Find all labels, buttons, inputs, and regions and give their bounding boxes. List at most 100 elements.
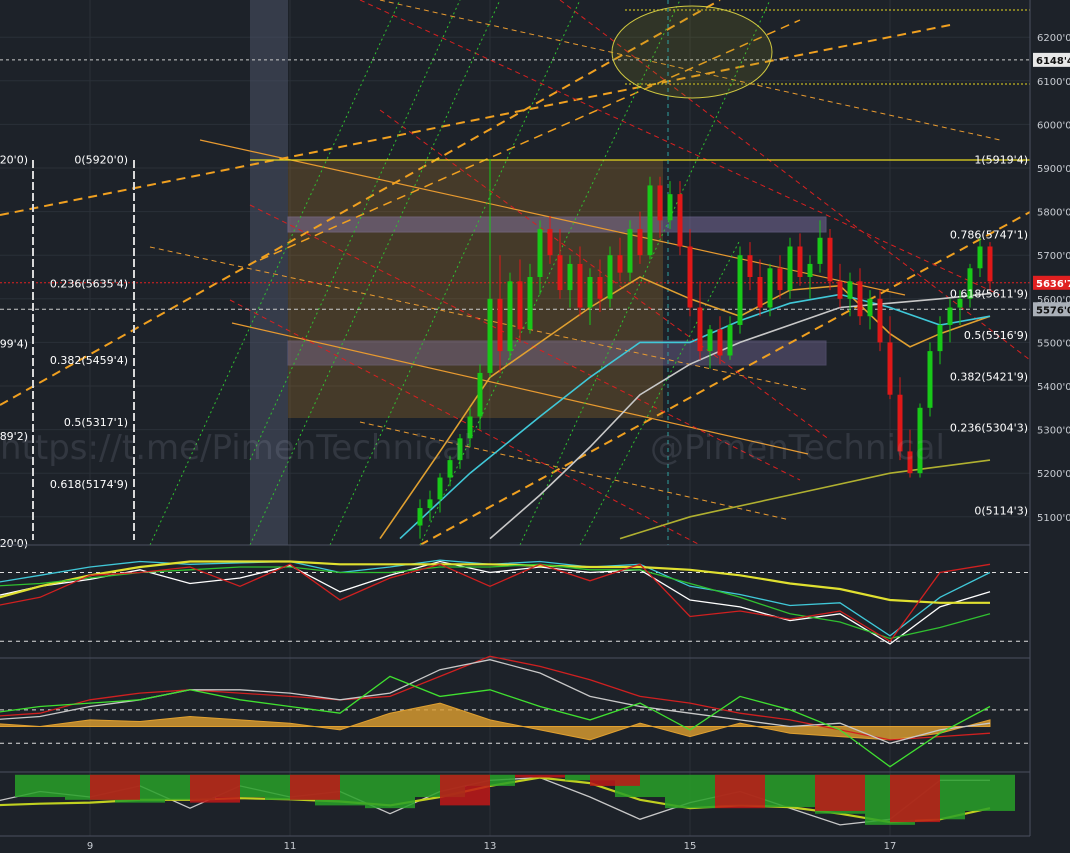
candle-body: [907, 451, 913, 474]
price-tick: 5400'0: [1037, 382, 1070, 393]
price-badge-level: 6148'4: [1036, 56, 1070, 67]
candle-body: [527, 277, 533, 330]
candle-body: [767, 268, 773, 308]
candle-body: [537, 229, 543, 277]
candle: [787, 237, 793, 299]
target-ellipse: [611, 5, 773, 99]
fib-label-right: 0.786(5747'1): [950, 229, 1028, 242]
momentum-pane-bar: [365, 774, 415, 809]
candle-body: [987, 246, 993, 282]
chart-workspace: { "chart_data": [ { "type": "candlestick…: [0, 0, 1070, 853]
candle-body: [807, 263, 813, 277]
momentum-pane-bar: [515, 774, 565, 778]
candle-body: [777, 268, 783, 291]
candle: [737, 246, 743, 334]
candle: [607, 246, 613, 308]
candle-body: [747, 255, 753, 277]
fib-label-partial: 20'0): [0, 153, 28, 166]
candle: [877, 290, 883, 352]
fib-label-right: 0.382(5421'9): [950, 370, 1028, 383]
momentum-pane-bar: [290, 774, 340, 800]
momentum-pane-bar: [665, 774, 715, 809]
candle: [627, 220, 633, 282]
candle-body: [517, 281, 523, 330]
fib-label-left: 0.236(5635'4): [50, 277, 128, 290]
candle-body: [847, 281, 853, 299]
fib-label-partial: 20'0): [0, 537, 28, 550]
candle-body: [637, 229, 643, 256]
candle-body: [687, 246, 693, 308]
price-badge-ma: 5576'0: [1036, 305, 1070, 316]
fib-label-left: 0.382(5459'4): [50, 354, 128, 367]
candle: [647, 176, 653, 260]
candle-body: [467, 416, 473, 439]
candle-body: [837, 281, 843, 299]
price-badge-last: 5636'7: [1036, 279, 1070, 290]
candle-body: [927, 351, 933, 408]
candle-body: [857, 281, 863, 317]
candle-body: [587, 277, 593, 308]
candle: [827, 229, 833, 291]
candle-body: [887, 342, 893, 395]
price-tick: 6000'0: [1037, 120, 1070, 131]
price-tick: 5300'0: [1037, 426, 1070, 437]
price-tick: 6200'0: [1037, 33, 1070, 44]
momentum-pane-bar: [965, 774, 1015, 811]
price-tick: 5200'0: [1037, 469, 1070, 480]
support-zone: [287, 340, 827, 366]
candle-body: [817, 237, 823, 264]
fib-label-left: 0.5(5317'1): [64, 416, 128, 429]
fib-label-right: 1(5919'4): [974, 154, 1028, 167]
candle-body: [507, 281, 513, 352]
candle-body: [757, 277, 763, 308]
fib-label-right: 0.236(5304'3): [950, 422, 1028, 435]
candle-body: [877, 298, 883, 343]
time-tick: 13: [484, 841, 497, 852]
time-axis[interactable]: 9111315171921232527: [0, 835, 1070, 853]
momentum-pane-bar: [890, 774, 940, 823]
candle-body: [717, 329, 723, 356]
fib-label-right: 0(5114'3): [974, 505, 1028, 518]
candle-body: [487, 298, 493, 373]
fib-label-left: 0.618(5174'9): [50, 478, 128, 491]
momentum-pane-bar: [440, 774, 490, 806]
candle-body: [827, 237, 833, 282]
candle: [917, 403, 923, 478]
candle-body: [917, 407, 923, 474]
momentum-pane-bar: [765, 774, 815, 808]
fib-label-right: 0.5(5516'9): [964, 329, 1028, 342]
candle-body: [627, 229, 633, 273]
candle-body: [557, 255, 563, 291]
candle-body: [647, 185, 653, 256]
candle-body: [607, 255, 613, 299]
time-axis-bg: [0, 836, 1070, 853]
price-tick: 6100'0: [1037, 77, 1070, 88]
candle-body: [657, 185, 663, 221]
price-tick: 5500'0: [1037, 338, 1070, 349]
candle-body: [617, 255, 623, 273]
fib-label-partial: 89'2): [0, 430, 28, 443]
candle: [507, 272, 513, 360]
candle-body: [867, 298, 873, 317]
candle-body: [797, 246, 803, 277]
candle-body: [577, 263, 583, 308]
time-tick: 15: [684, 841, 697, 852]
momentum-pane-bar: [815, 774, 865, 811]
price-tick: 5900'0: [1037, 164, 1070, 175]
chart-canvas: 0(5920'0) 0.236(5635'4) 0.382(5459'4) 0.5(5…: [0, 0, 1070, 853]
candle-body: [457, 438, 463, 461]
resistance-zone: [287, 216, 827, 233]
candle-body: [427, 499, 433, 509]
candle-body: [417, 508, 423, 526]
momentum-pane-bar: [190, 774, 240, 803]
candle-body: [497, 298, 503, 352]
fib-label-right: 0.618(5611'9): [950, 288, 1028, 301]
candle-body: [977, 246, 983, 269]
candle-body: [547, 229, 553, 256]
candle-body: [947, 307, 953, 325]
price-axis[interactable]: 80.00040.000200.000100.0000.0000-100.000…: [1029, 0, 1070, 853]
candle-body: [667, 194, 673, 221]
candle-body: [937, 324, 943, 352]
momentum-pane-bar: [90, 774, 140, 800]
momentum-pane-bar: [15, 774, 65, 798]
